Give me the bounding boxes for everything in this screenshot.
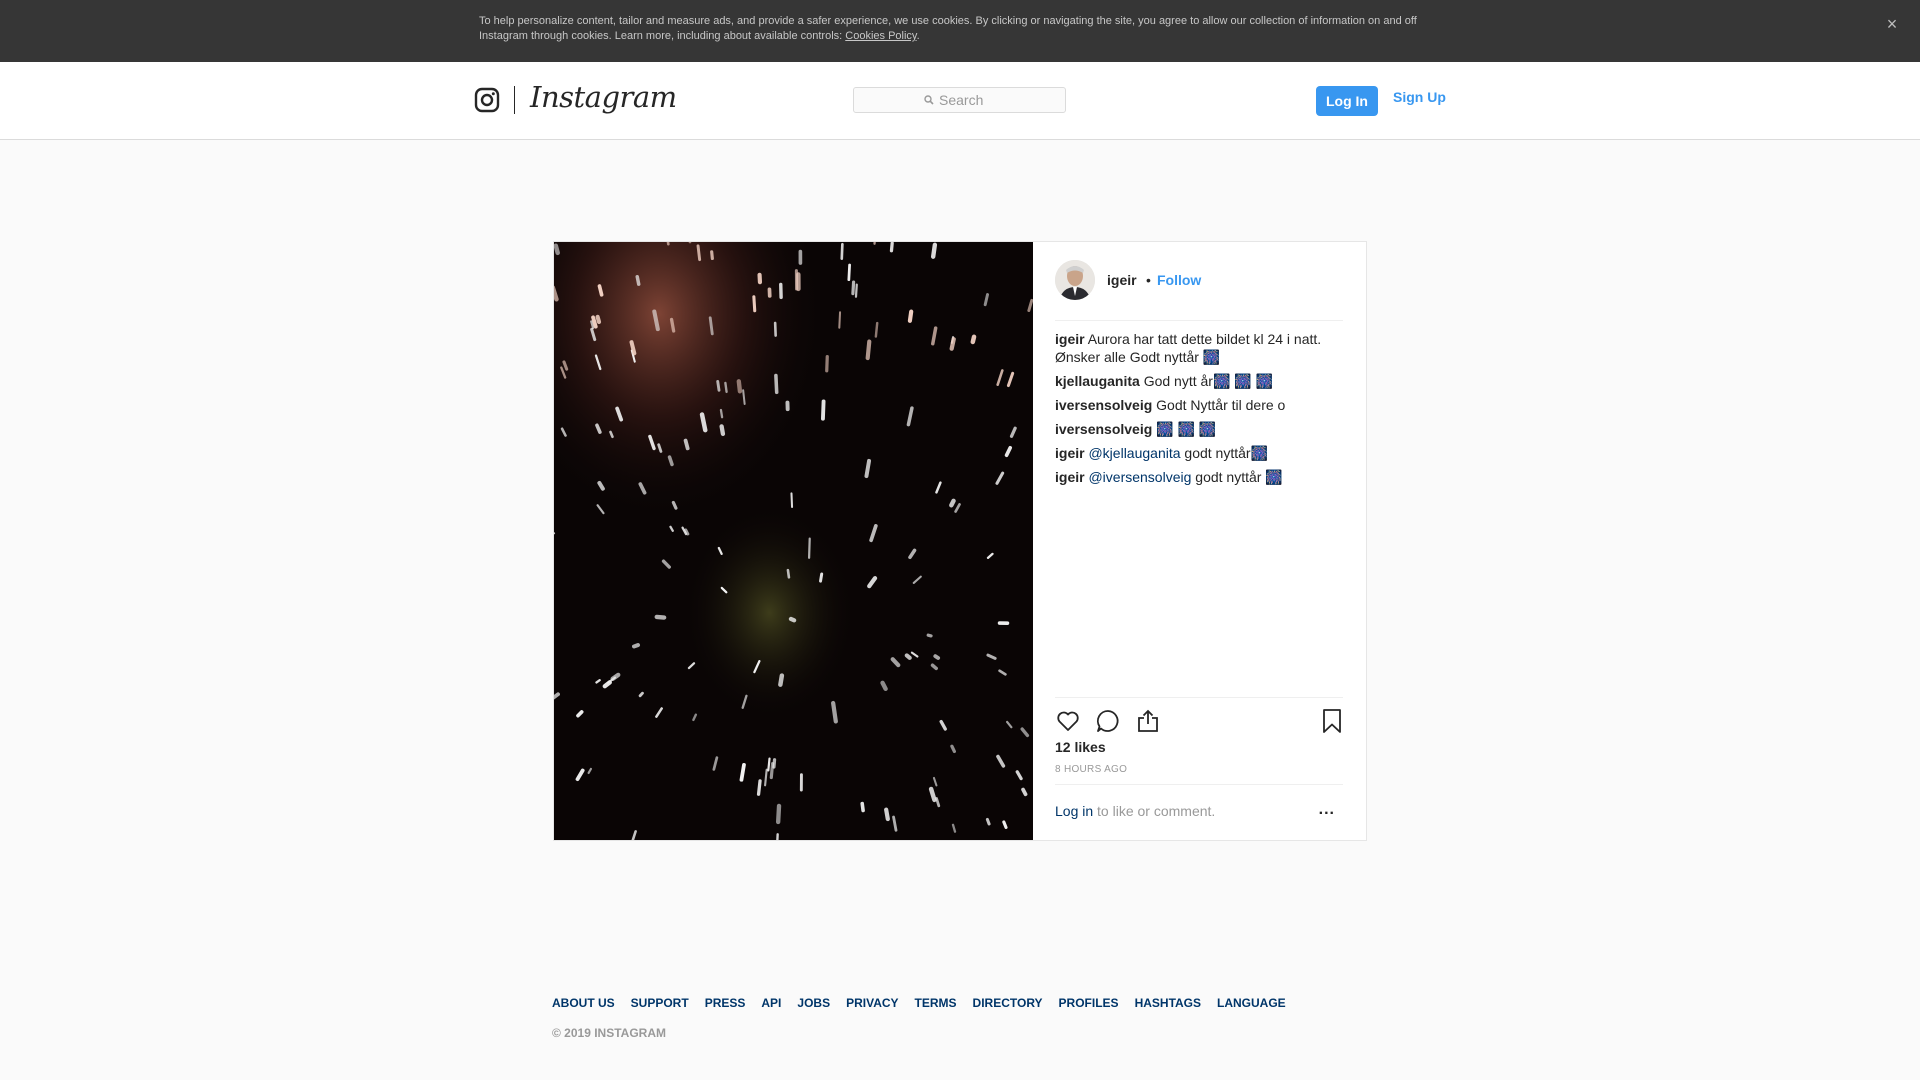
footer-link-press[interactable]: PRESS — [705, 996, 746, 1010]
comment-mention[interactable]: @kjellauganita — [1088, 445, 1180, 461]
comment-text: godt nyttår 🎆 — [1195, 469, 1283, 485]
search-placeholder: Search — [939, 92, 984, 108]
footer-link-profiles[interactable]: PROFILES — [1059, 996, 1119, 1010]
comment-text: godt nyttår🎆 — [1184, 445, 1268, 461]
cookie-banner: To help personalize content, tailor and … — [0, 0, 1920, 62]
comment-username[interactable]: igeir — [1055, 469, 1085, 485]
instagram-wordmark[interactable]: Instagram — [530, 80, 677, 114]
footer-link-api[interactable]: API — [761, 996, 781, 1010]
footer-link-about-us[interactable]: ABOUT US — [552, 996, 615, 1010]
comment-text: Godt Nyttår til dere o — [1156, 397, 1286, 413]
comment-item: kjellauganita God nytt år🎆 🎆 🎆 — [1055, 372, 1345, 390]
instagram-camera-icon[interactable] — [474, 87, 500, 113]
comment-item: igeir @iversensolveig godt nyttår 🎆 — [1055, 468, 1345, 486]
comment-username[interactable]: iversensolveig — [1055, 397, 1152, 413]
cookies-policy-link[interactable]: Cookies Policy — [845, 30, 916, 42]
login-prompt: Log in to like or comment. ... — [1055, 784, 1343, 841]
footer-link-jobs[interactable]: JOBS — [797, 996, 830, 1010]
comment-text: God nytt år🎆 🎆 🎆 — [1143, 373, 1274, 389]
bookmark-icon[interactable] — [1319, 708, 1345, 734]
log-in-button[interactable]: Log In — [1316, 86, 1378, 116]
comment-item: iversensolveig 🎆 🎆 🎆 — [1055, 420, 1345, 438]
footer-link-hashtags[interactable]: HASHTAGS — [1135, 996, 1201, 1010]
comments-list: igeir Aurora har tatt dette bildet kl 24… — [1055, 330, 1345, 492]
comment-mention[interactable]: @iversensolveig — [1088, 469, 1191, 485]
comment-username[interactable]: iversensolveig — [1055, 421, 1152, 437]
avatar[interactable] — [1055, 260, 1095, 300]
heart-icon[interactable] — [1055, 708, 1081, 734]
comment-username[interactable]: kjellauganita — [1055, 373, 1140, 389]
comment-username[interactable]: igeir — [1055, 445, 1085, 461]
post-sidebar: igeir • Follow igeir Aurora har tatt det… — [1033, 242, 1366, 840]
share-icon[interactable] — [1135, 708, 1161, 734]
footer-link-directory[interactable]: DIRECTORY — [973, 996, 1043, 1010]
footer-link-language[interactable]: LANGUAGE — [1217, 996, 1286, 1010]
footer-nav: ABOUT US SUPPORT PRESS API JOBS PRIVACY TERMS D… — [552, 996, 1302, 1010]
cookie-period: . — [916, 30, 920, 42]
search-icon — [924, 95, 934, 105]
comment-item: igeir @kjellauganita godt nyttår🎆 — [1055, 444, 1345, 462]
log-in-link[interactable]: Log in — [1055, 803, 1093, 819]
likes-count[interactable]: 12 likes — [1055, 739, 1106, 755]
close-icon[interactable]: × — [1882, 14, 1902, 34]
comment-icon[interactable] — [1095, 708, 1121, 734]
fireworks-image — [554, 242, 1033, 840]
cookie-message: To help personalize content, tailor and … — [479, 15, 1417, 42]
login-prompt-text: Log in to like or comment. — [1055, 803, 1215, 819]
post-header: igeir • Follow — [1055, 260, 1343, 321]
comment-item: iversensolveig Godt Nyttår til dere o — [1055, 396, 1345, 414]
post-author[interactable]: igeir — [1107, 272, 1137, 288]
login-prompt-suffix: to like or comment. — [1093, 803, 1216, 819]
separator-dot: • — [1146, 272, 1151, 288]
comment-text: Aurora har tatt dette bildet kl 24 i nat… — [1055, 331, 1322, 365]
more-options-button[interactable]: ... — [1319, 801, 1335, 819]
post-video[interactable] — [554, 242, 1033, 840]
comment-text: 🎆 🎆 🎆 — [1156, 421, 1217, 437]
search-input[interactable]: Search — [853, 87, 1066, 113]
comment-username[interactable]: igeir — [1055, 331, 1085, 347]
sign-up-link[interactable]: Sign Up — [1393, 89, 1446, 105]
logo-divider — [514, 86, 515, 114]
post-timestamp: 8 HOURS AGO — [1055, 764, 1128, 775]
footer-link-privacy[interactable]: PRIVACY — [846, 996, 898, 1010]
footer-link-support[interactable]: SUPPORT — [631, 996, 689, 1010]
copyright: © 2019 INSTAGRAM — [552, 1026, 666, 1040]
follow-button[interactable]: Follow — [1157, 272, 1201, 288]
top-navigation: Instagram Search Log In Sign Up — [0, 62, 1920, 140]
comment-item: igeir Aurora har tatt dette bildet kl 24… — [1055, 330, 1345, 366]
post-card: igeir • Follow igeir Aurora har tatt det… — [553, 241, 1367, 841]
footer-link-terms[interactable]: TERMS — [915, 996, 957, 1010]
cookie-text: To help personalize content, tailor and … — [479, 14, 1439, 44]
